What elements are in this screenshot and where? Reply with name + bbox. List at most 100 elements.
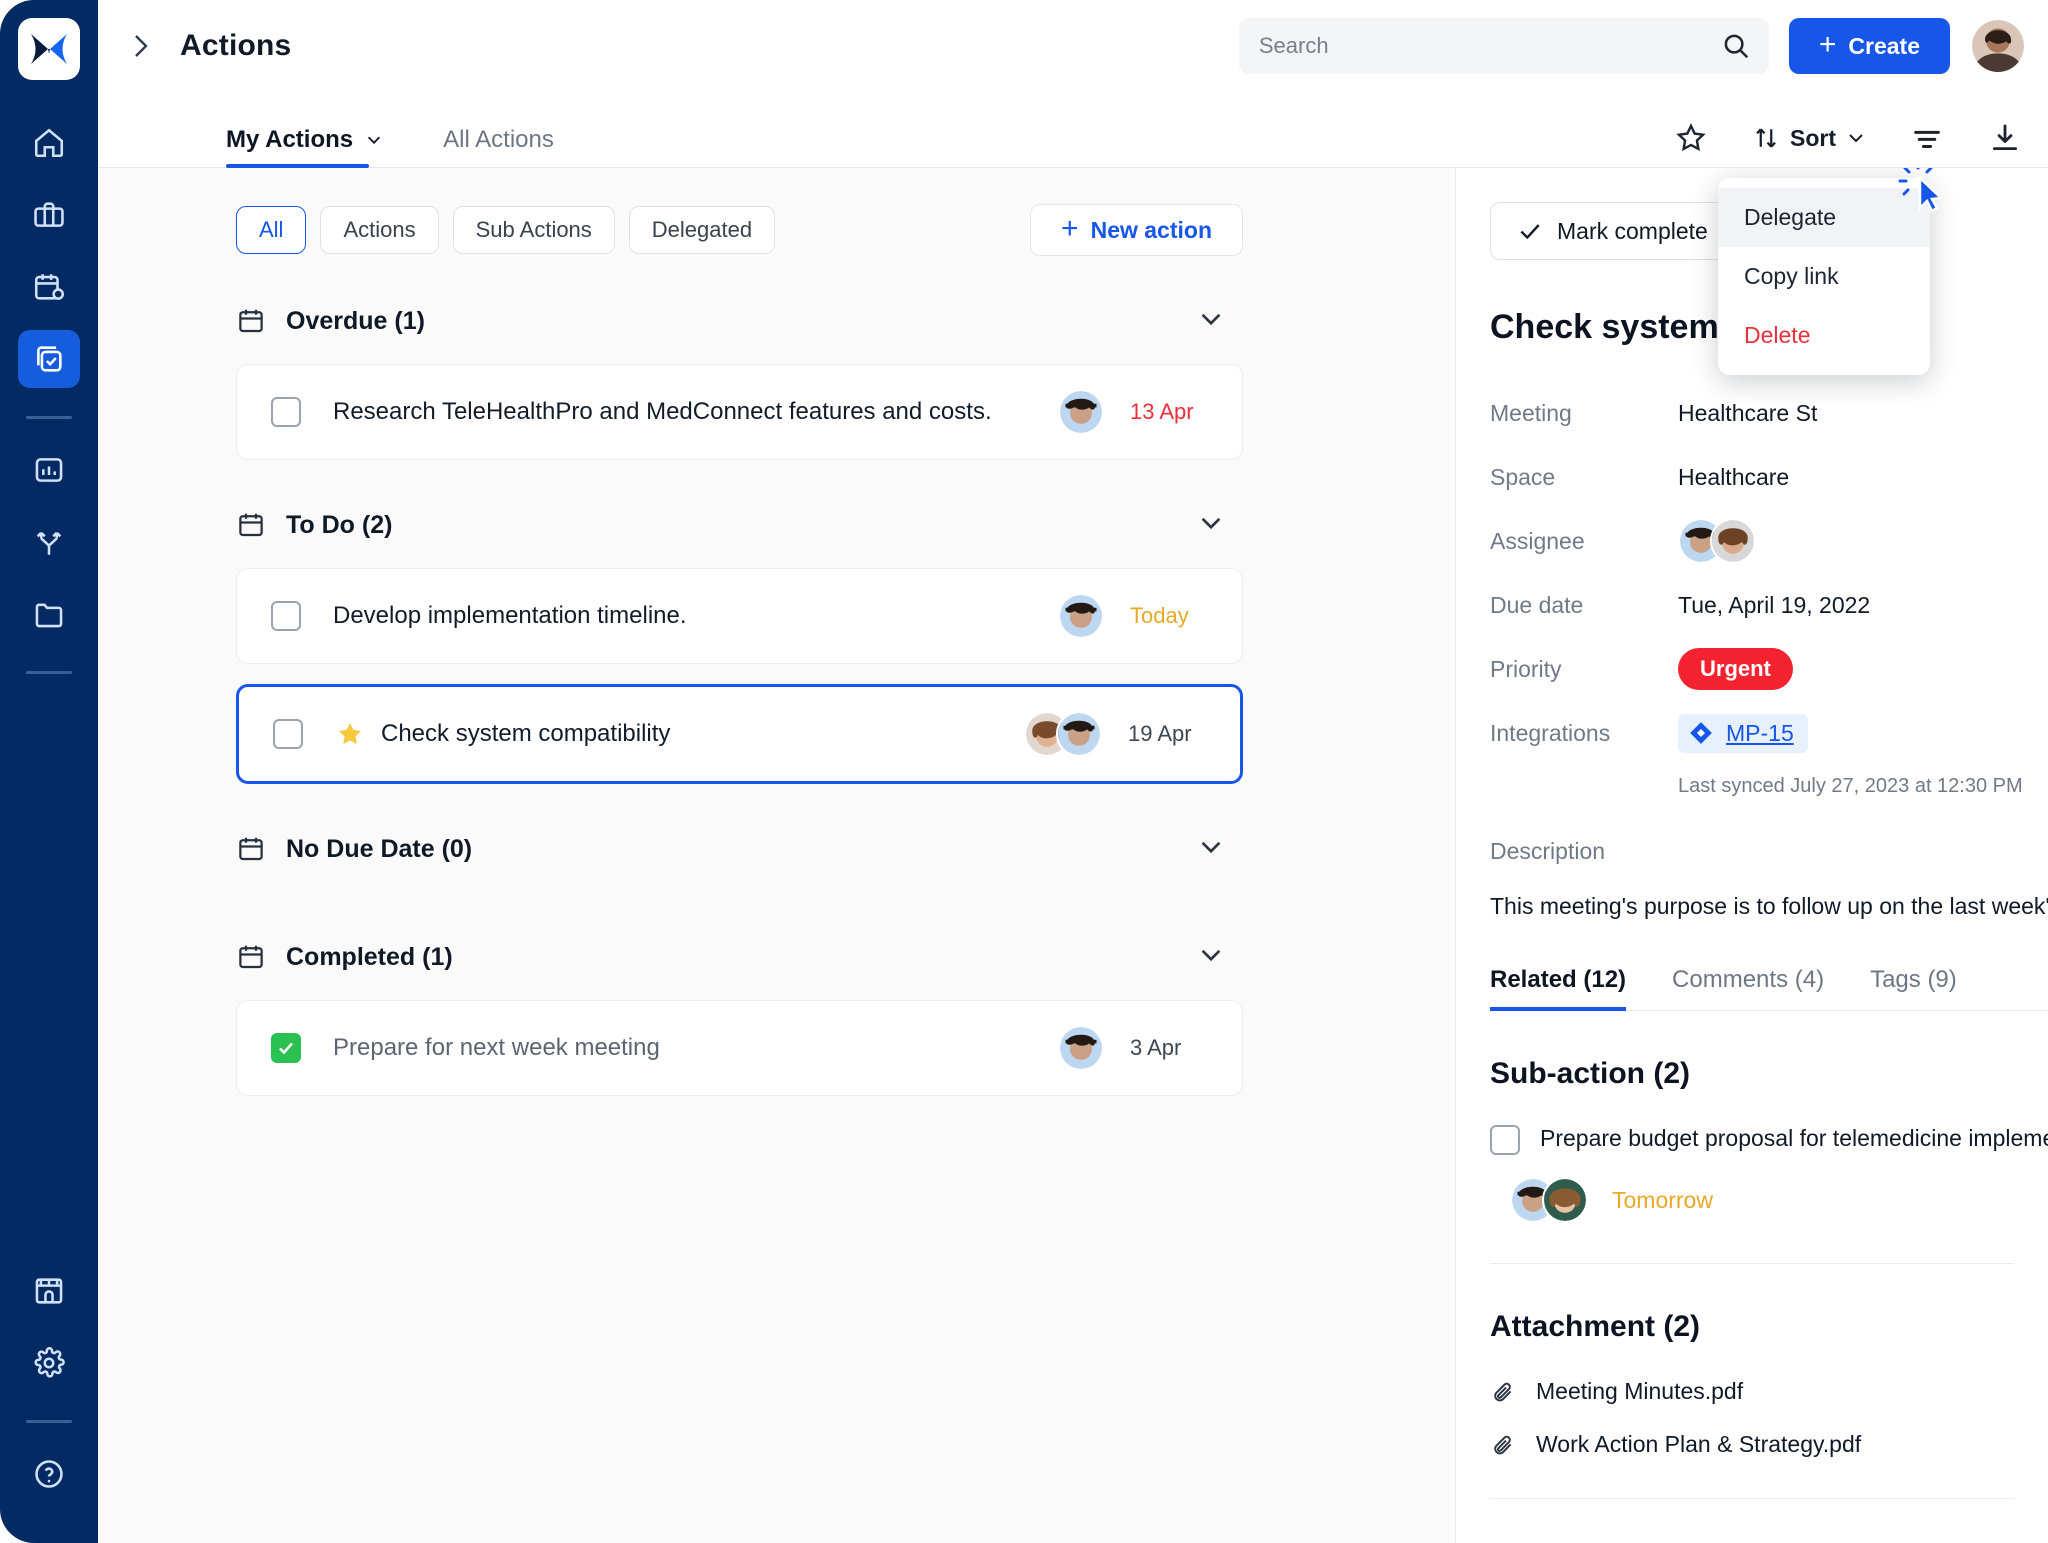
list-item[interactable]: Meeting Minutes.pdf — [1490, 1378, 2048, 1405]
table-row[interactable]: Develop implementation timeline. Today — [236, 568, 1243, 664]
filter-chip-sub-actions[interactable]: Sub Actions — [453, 206, 615, 254]
star-icon[interactable] — [335, 719, 365, 749]
folder-icon — [32, 597, 66, 631]
sidebar-item-actions[interactable] — [18, 330, 80, 388]
new-action-button[interactable]: + New action — [1030, 204, 1243, 256]
view-tabstrip: My Actions All Actions Sort — [98, 92, 2048, 168]
create-button-label: Create — [1848, 33, 1920, 60]
sub-action-meta: Tomorrow — [1510, 1177, 2048, 1223]
integration-link[interactable]: MP-15 — [1726, 720, 1794, 747]
sidebar-item-insights[interactable] — [18, 441, 80, 499]
task-checkbox[interactable] — [271, 601, 301, 631]
calendar-icon — [236, 834, 266, 864]
app-logo[interactable] — [18, 18, 80, 80]
search-box[interactable] — [1239, 18, 1769, 74]
rail-divider-bottom — [26, 1420, 72, 1423]
filter-button[interactable] — [1910, 121, 1944, 155]
list-item[interactable]: Prepare budget proposal for telemedicine… — [1490, 1125, 2048, 1155]
group-header-todo[interactable]: To Do (2) — [98, 482, 1455, 568]
field-value[interactable]: MP-15 — [1678, 714, 1808, 753]
group-header-completed[interactable]: Completed (1) — [98, 914, 1455, 1000]
home-icon — [32, 126, 66, 160]
due-date: 13 Apr — [1130, 399, 1216, 425]
group-header-no-due-date[interactable]: No Due Date (0) — [98, 806, 1455, 892]
assignee-avatars[interactable] — [1510, 1177, 1588, 1223]
attachment-name: Work Action Plan & Strategy.pdf — [1536, 1431, 1861, 1458]
tab-all-actions-label: All Actions — [443, 126, 554, 154]
field-value[interactable]: Tue, April 19, 2022 — [1678, 592, 1870, 619]
mark-complete-label: Mark complete — [1557, 218, 1708, 245]
sidebar-item-workflows[interactable] — [18, 513, 80, 571]
header-actions: + Create — [1239, 18, 2026, 74]
list-item[interactable]: Work Action Plan & Strategy.pdf — [1490, 1431, 2048, 1458]
tabstrip-toolbar: Sort — [1674, 121, 2022, 167]
sidebar-item-files[interactable] — [18, 585, 80, 643]
integration-chip[interactable]: MP-15 — [1678, 714, 1808, 753]
table-row[interactable]: Prepare for next week meeting 3 Apr — [236, 1000, 1243, 1096]
table-row-selected[interactable]: Check system compatibility 19 Apr — [236, 684, 1243, 784]
group-collapse-chevron-icon[interactable] — [1197, 941, 1225, 974]
tab-comments[interactable]: Comments (4) — [1672, 966, 1824, 1010]
assignee-avatars[interactable] — [1058, 593, 1104, 639]
jira-icon — [1688, 720, 1714, 746]
field-value[interactable] — [1678, 518, 1756, 564]
tab-tags[interactable]: Tags (9) — [1870, 966, 1957, 1010]
field-due-date: Due date Tue, April 19, 2022 — [1490, 573, 2048, 637]
filter-chip-all[interactable]: All — [236, 206, 306, 254]
sidebar-item-home[interactable] — [18, 114, 80, 172]
field-value[interactable]: Urgent — [1678, 648, 1793, 690]
breadcrumb-expand-icon[interactable] — [124, 29, 158, 63]
download-button[interactable] — [1988, 121, 2022, 155]
menu-item-copy-link[interactable]: Copy link — [1718, 247, 1930, 306]
user-avatar[interactable] — [1970, 18, 2026, 74]
app-window: Actions + Create — [0, 0, 2048, 1543]
task-title: Prepare for next week meeting — [333, 1034, 660, 1062]
due-date: 3 Apr — [1130, 1035, 1216, 1061]
sidebar-item-meetings[interactable] — [18, 258, 80, 316]
sidebar-item-settings[interactable] — [18, 1334, 80, 1392]
favorite-button[interactable] — [1674, 121, 1708, 155]
filter-icon — [1910, 121, 1944, 155]
search-input[interactable] — [1259, 33, 1721, 59]
sort-button[interactable]: Sort — [1752, 123, 1866, 153]
create-button[interactable]: + Create — [1789, 18, 1950, 74]
group-header-overdue[interactable]: Overdue (1) — [98, 278, 1455, 364]
group-collapse-chevron-icon[interactable] — [1197, 509, 1225, 542]
avatar-photo — [1972, 20, 2024, 72]
group-collapse-chevron-icon[interactable] — [1197, 305, 1225, 338]
filter-chip-delegated[interactable]: Delegated — [629, 206, 775, 254]
tab-my-actions[interactable]: My Actions — [226, 126, 383, 167]
group-title: Overdue (1) — [286, 307, 425, 336]
table-row[interactable]: Research TeleHealthPro and MedConnect fe… — [236, 364, 1243, 460]
menu-item-delete[interactable]: Delete — [1718, 306, 1930, 365]
sidebar-item-marketplace[interactable] — [18, 1262, 80, 1320]
assignee-avatars[interactable] — [1024, 711, 1102, 757]
assignee-avatars[interactable] — [1678, 518, 1756, 564]
sidebar-item-workspace[interactable] — [18, 186, 80, 244]
sidebar-item-help[interactable] — [18, 1445, 80, 1503]
sort-label: Sort — [1790, 125, 1836, 152]
sub-action-checkbox[interactable] — [1490, 1125, 1520, 1155]
download-icon — [1988, 121, 2022, 155]
calendar-clock-icon — [32, 270, 66, 304]
task-checkbox[interactable] — [271, 397, 301, 427]
filter-chip-actions[interactable]: Actions — [320, 206, 438, 254]
actions-list-pane: All Actions Sub Actions Delegated + New … — [98, 168, 1456, 1543]
field-value[interactable]: Healthcare — [1678, 464, 1789, 491]
sub-action-title: Prepare budget proposal for telemedicine… — [1540, 1125, 2048, 1152]
task-checkbox-checked[interactable] — [271, 1033, 301, 1063]
row-spacer — [98, 664, 1455, 684]
tab-related[interactable]: Related (12) — [1490, 966, 1626, 1010]
field-value[interactable]: Healthcare St — [1678, 400, 1817, 427]
assignee-avatars[interactable] — [1058, 389, 1104, 435]
task-checkbox[interactable] — [273, 719, 303, 749]
group-collapse-chevron-icon[interactable] — [1197, 833, 1225, 866]
mark-complete-button[interactable]: Mark complete — [1490, 202, 1735, 260]
search-icon[interactable] — [1721, 31, 1751, 61]
task-meta: 3 Apr — [1058, 1025, 1216, 1071]
assignee-avatars[interactable] — [1058, 1025, 1104, 1071]
top-header: Actions + Create — [98, 0, 2048, 92]
tab-all-actions[interactable]: All Actions — [443, 126, 554, 167]
sub-action-heading: Sub-action (2) — [1490, 1057, 2048, 1091]
avatar — [1710, 518, 1756, 564]
